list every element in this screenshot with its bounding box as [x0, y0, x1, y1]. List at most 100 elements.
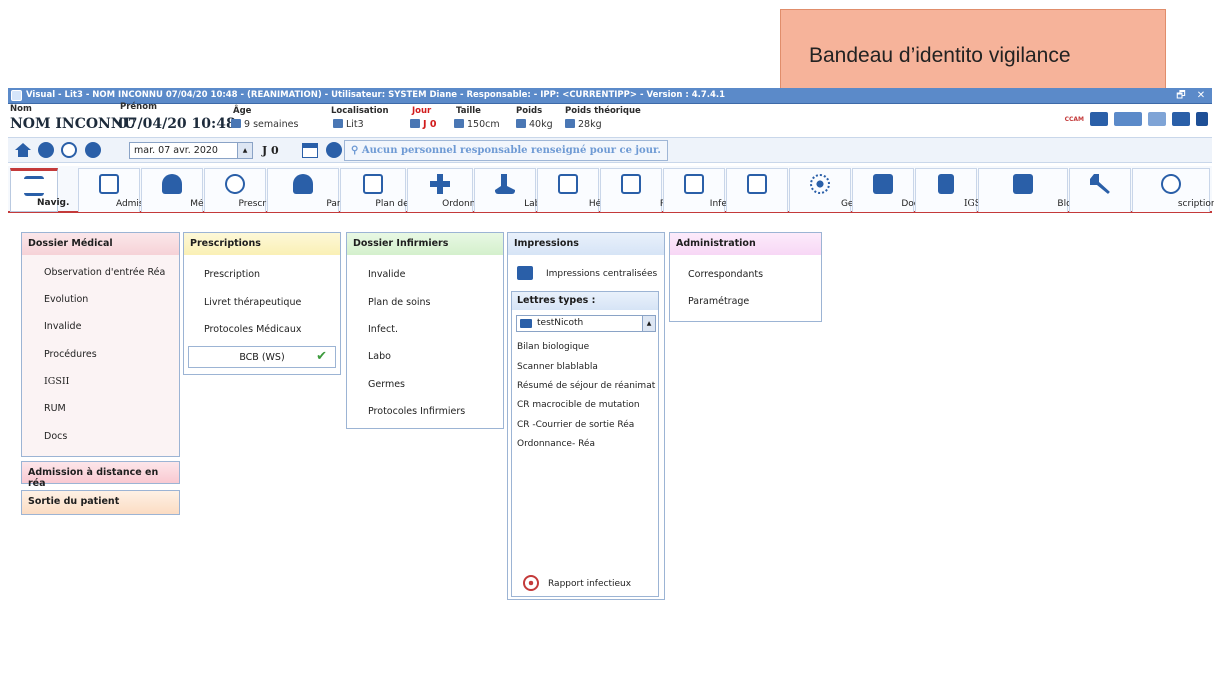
- menu-item-docs[interactable]: Docs: [22, 431, 179, 442]
- day-indicator: J 0: [262, 144, 279, 157]
- select-value: testNicoth: [537, 318, 584, 328]
- responsable-banner[interactable]: ⚲ Aucun personnel responsable renseigné …: [344, 140, 668, 161]
- tab-admission[interactable]: Admission: [78, 168, 162, 212]
- previous-day-icon[interactable]: [38, 142, 54, 158]
- poids-theorique-value: 28kg: [578, 119, 602, 130]
- menu-item-rum[interactable]: RUM: [22, 403, 179, 414]
- chart-icon: [558, 174, 578, 194]
- jour-label: Jour: [412, 106, 432, 116]
- lettres-printer-select[interactable]: testNicoth ▲: [516, 315, 656, 332]
- jour-value: J 0: [423, 119, 437, 130]
- down-arrow-icon[interactable]: [326, 142, 342, 158]
- tab-prescriptions-post[interactable]: scriptions Post: [1132, 168, 1214, 212]
- mail-icon[interactable]: [1172, 112, 1190, 126]
- tab-label: Navig.: [37, 198, 70, 208]
- home-icon[interactable]: [15, 143, 31, 157]
- rapport-infectieux-link[interactable]: Rapport infectieux: [508, 579, 664, 589]
- menu-item-labo[interactable]: Labo: [347, 351, 503, 362]
- menu-item-evolution[interactable]: Evolution: [22, 294, 179, 305]
- tab-list[interactable]: [726, 168, 788, 212]
- impressions-centralisees-link[interactable]: Impressions centralisées: [508, 269, 664, 279]
- tab-germes[interactable]: Germes: [789, 168, 876, 212]
- panel-title: Prescriptions: [184, 233, 340, 255]
- bcb-button[interactable]: BCB (WS) ✔: [188, 346, 336, 368]
- refresh-day-icon[interactable]: [61, 142, 77, 158]
- admission-distance-button[interactable]: Admission à distance en réa: [21, 461, 180, 489]
- menu-item-protocoles-medicaux[interactable]: Protocoles Médicaux: [184, 324, 340, 335]
- codes-icon[interactable]: [1114, 112, 1142, 126]
- tab-label: scriptions Post: [1177, 199, 1214, 209]
- pill-icon: [1156, 169, 1186, 199]
- medical-cross-icon: [430, 174, 450, 194]
- panel-title: Impressions: [508, 233, 664, 255]
- monitor-icon: [1013, 174, 1033, 194]
- menu-item-prescription[interactable]: Prescription: [184, 269, 340, 280]
- lettre-item[interactable]: Résumé de séjour de réanimat: [517, 381, 655, 391]
- patient-nom: NOM INCONNU: [10, 116, 136, 132]
- tab-prescription[interactable]: Prescription: [204, 168, 292, 212]
- lettre-item[interactable]: Bilan biologique: [517, 342, 589, 352]
- ccam-label[interactable]: CCAM: [1065, 116, 1084, 123]
- tab-plan-de-soins[interactable]: Plan de soins: [340, 168, 435, 212]
- menu-item-invalide[interactable]: Invalide: [22, 321, 179, 332]
- panel-title: Dossier Infirmiers: [347, 233, 503, 255]
- tab-infect[interactable]: Infect.: [663, 168, 738, 212]
- localisation-value: Lit3: [346, 119, 364, 130]
- lettre-item[interactable]: CR macrocible de mutation: [517, 400, 640, 410]
- date-toolbar: mar. 07 avr. 2020 ▲ J 0 ⚲ Aucun personne…: [8, 137, 1212, 163]
- panel-title: Dossier Médical: [22, 233, 179, 255]
- tab-respi[interactable]: Respi.: [600, 168, 687, 212]
- menu-item-parametrage[interactable]: Paramétrage: [670, 296, 821, 307]
- lock-icon[interactable]: [1196, 112, 1208, 126]
- menu-item-igsii[interactable]: IGSII: [22, 376, 179, 387]
- ccam-icon[interactable]: [1090, 112, 1108, 126]
- menu-item-observation[interactable]: Observation d'entrée Réa: [22, 267, 179, 278]
- poids-label: Poids: [516, 106, 543, 116]
- panel-prescriptions: Prescriptions Prescription Livret thérap…: [183, 232, 341, 375]
- document-icon: [938, 174, 954, 194]
- tab-medecin[interactable]: Médecin: [141, 168, 228, 212]
- chart-icon: [684, 174, 704, 194]
- age-label: Âge: [233, 106, 252, 116]
- person-icon: ⚲: [351, 145, 362, 156]
- close-button[interactable]: ✕: [1192, 89, 1210, 102]
- germ-icon: [810, 174, 830, 194]
- date-picker[interactable]: mar. 07 avr. 2020 ▲: [129, 142, 253, 159]
- menu-item-invalide[interactable]: Invalide: [347, 269, 503, 280]
- identity-banner: Nom Prénom NOM INCONNU 07/04/20 10:48 Âg…: [8, 102, 1212, 136]
- tab-settings[interactable]: [1069, 168, 1131, 212]
- docs-icon: [873, 174, 893, 194]
- tab-labo[interactable]: Labo: [474, 168, 546, 212]
- page: Bandeau d’identito vigilance Visual - Li…: [0, 0, 1214, 697]
- tab-navig[interactable]: Navig.: [10, 168, 69, 212]
- menu-item-infect[interactable]: Infect.: [347, 324, 503, 335]
- lettres-types-box: Lettres types : testNicoth ▲ Bilan biolo…: [511, 291, 659, 597]
- sortie-patient-button[interactable]: Sortie du patient: [21, 490, 180, 515]
- menu-item-germes[interactable]: Germes: [347, 379, 503, 390]
- lettres-types-title: Lettres types :: [512, 292, 658, 310]
- users-icon[interactable]: [1148, 112, 1166, 126]
- restore-button[interactable]: 🗗: [1172, 89, 1190, 102]
- tab-hemod[interactable]: Hémod.: [537, 168, 624, 212]
- lettre-item[interactable]: CR -Courrier de sortie Réa: [517, 420, 634, 430]
- menu-item-correspondants[interactable]: Correspondants: [670, 269, 821, 280]
- printer-icon: [520, 319, 532, 328]
- menu-item-plan-de-soins[interactable]: Plan de soins: [347, 297, 503, 308]
- tab-bloc[interactable]: Bloc: [978, 168, 1077, 212]
- tab-igsii[interactable]: IGSII: [915, 168, 988, 212]
- tab-paramed[interactable]: Paramed.: [267, 168, 369, 212]
- lettre-item[interactable]: Scanner blablabla: [517, 362, 598, 372]
- next-day-icon[interactable]: [85, 142, 101, 158]
- calendar-icon[interactable]: [302, 143, 318, 158]
- wrench-icon: [1090, 174, 1110, 194]
- dropdown-arrow-icon[interactable]: ▲: [237, 143, 252, 158]
- menu-item-livret[interactable]: Livret thérapeutique: [184, 297, 340, 308]
- nurse-icon: [293, 174, 313, 194]
- menu-item-procedures[interactable]: Procédures: [22, 349, 179, 360]
- tab-docs[interactable]: Docs (0): [852, 168, 939, 212]
- lettre-item[interactable]: Ordonnance- Réa: [517, 439, 595, 449]
- dropdown-arrow-icon[interactable]: ▲: [642, 316, 655, 331]
- menu-item-protocoles-infirmiers[interactable]: Protocoles Infirmiers: [347, 406, 503, 417]
- admission-icon: [99, 174, 119, 194]
- tab-ordonnances[interactable]: Ordonnances: [407, 168, 502, 212]
